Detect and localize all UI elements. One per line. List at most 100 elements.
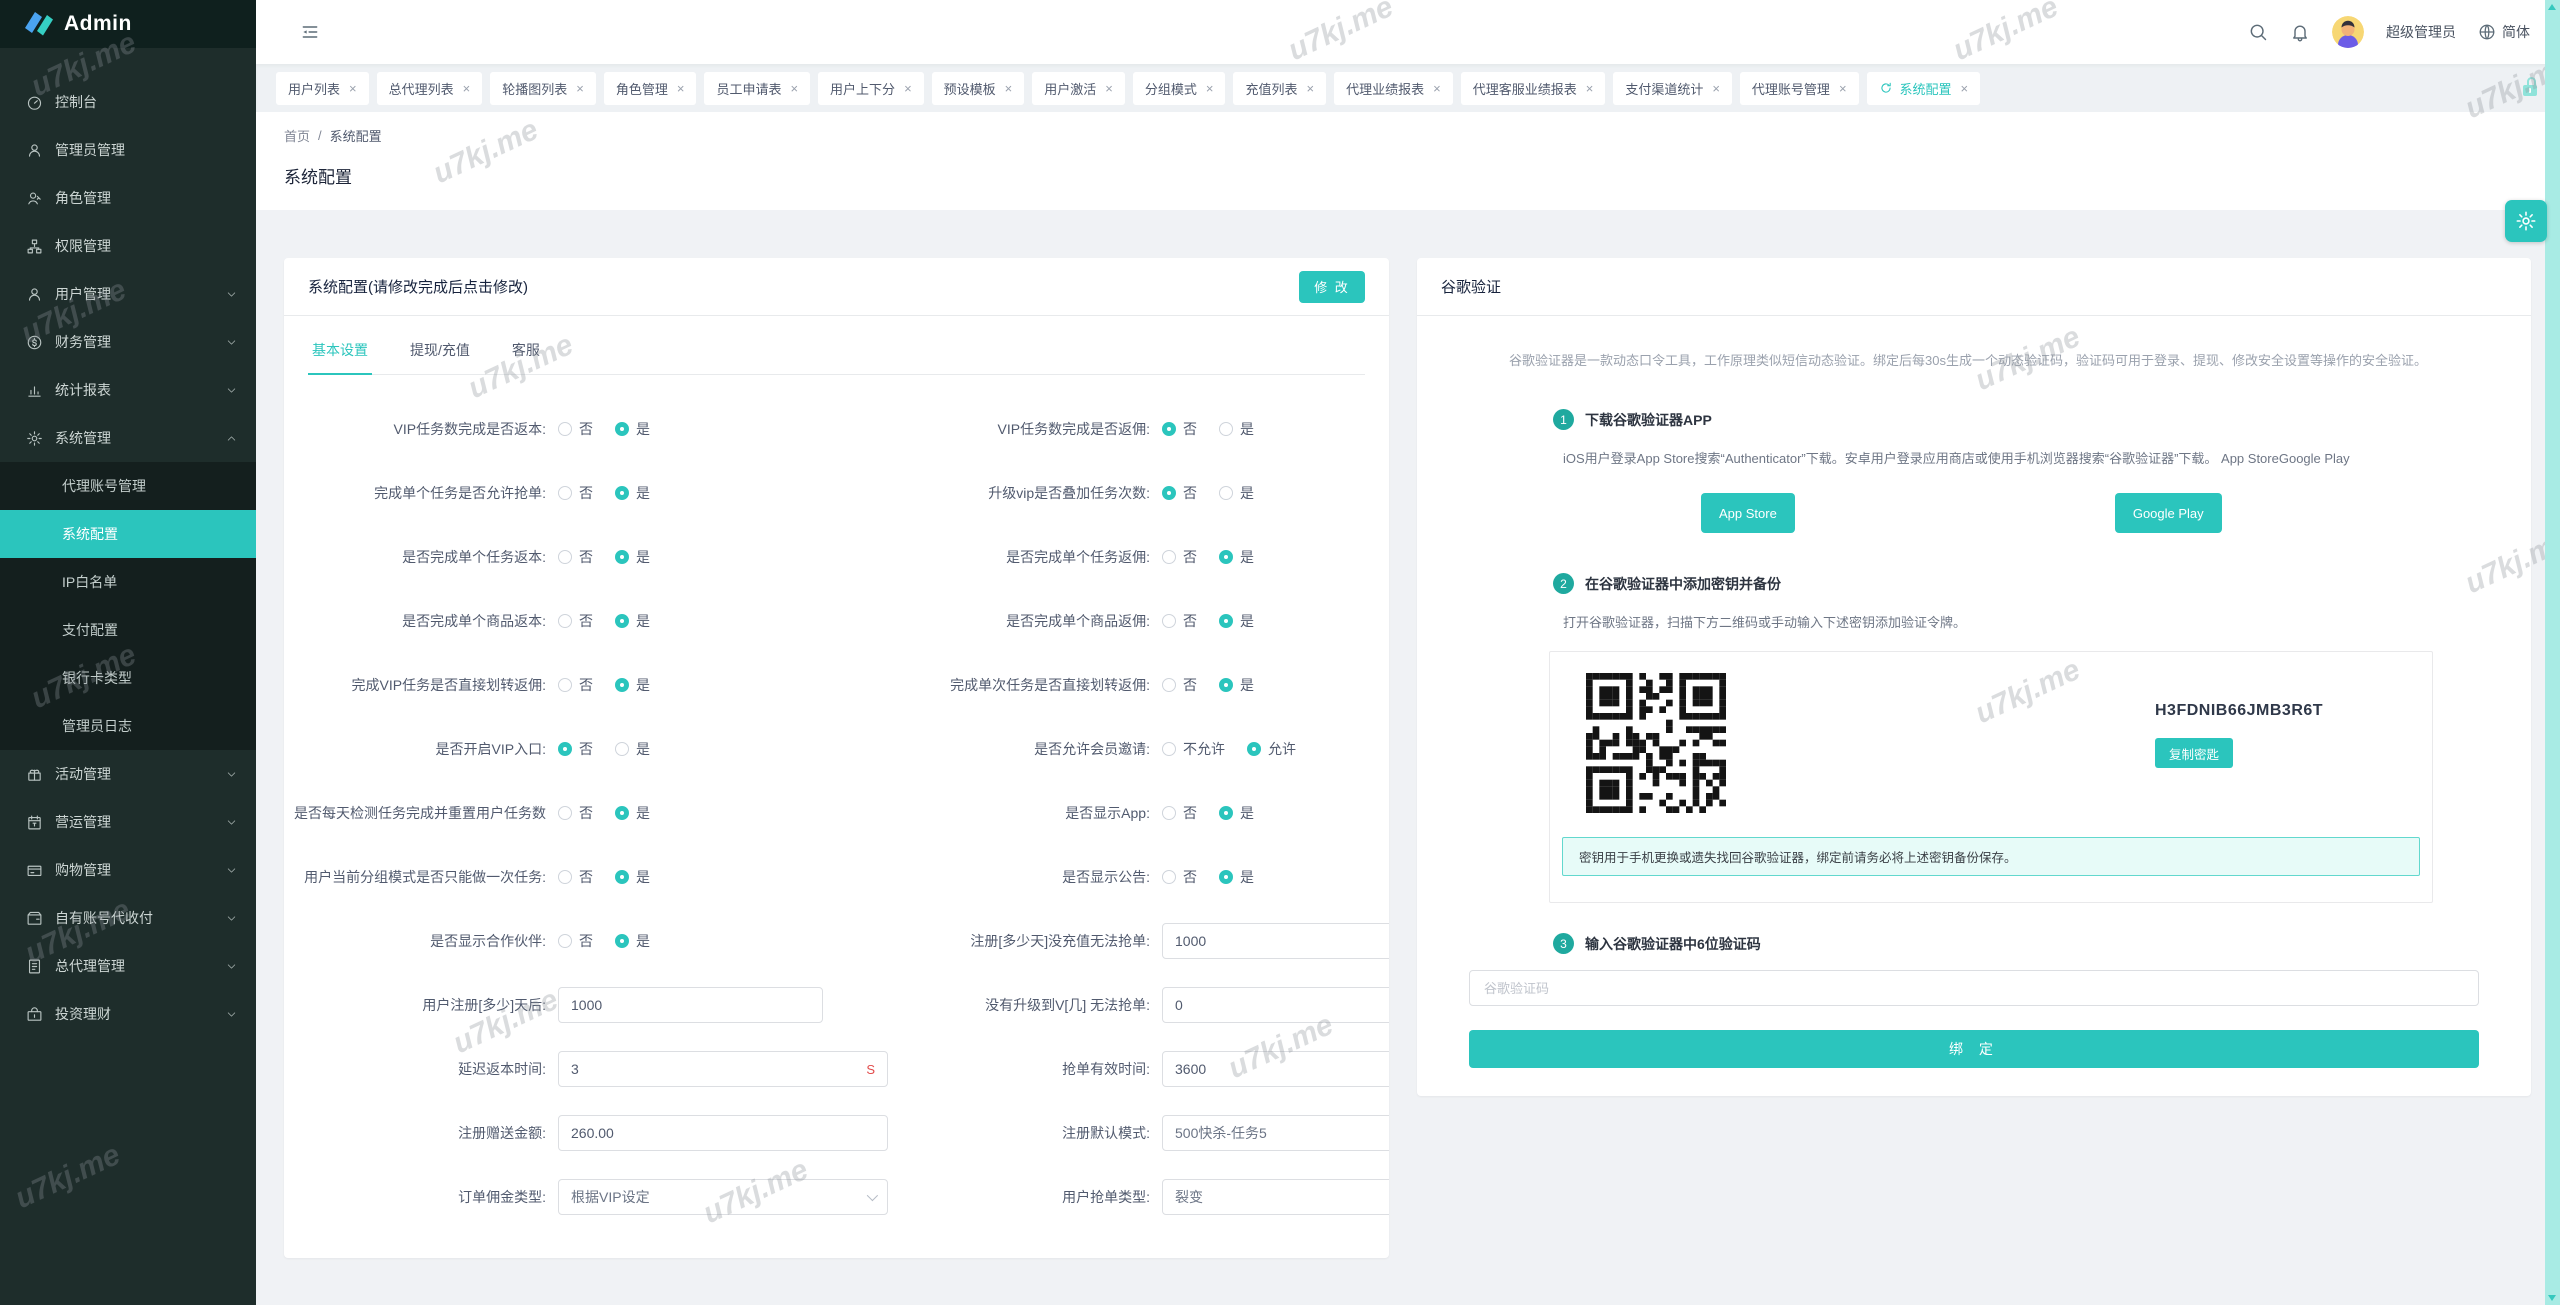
radio-unselected-icon[interactable] [558, 614, 572, 628]
radio-selected-icon[interactable] [1162, 486, 1176, 500]
tab-系统配置[interactable]: 系统配置× [1867, 72, 1981, 105]
radio-selected-icon[interactable] [615, 806, 629, 820]
theme-settings-button[interactable] [2505, 200, 2547, 242]
radio-option-否[interactable]: 否 [558, 803, 593, 823]
sidebar-item-自有账号代收付[interactable]: 自有账号代收付 [0, 894, 256, 942]
radio-option-是[interactable]: 是 [615, 419, 650, 439]
current-user-label[interactable]: 超级管理员 [2386, 22, 2456, 42]
radio-selected-icon[interactable] [615, 486, 629, 500]
sidebar-subitem-支付配置[interactable]: 支付配置 [0, 606, 256, 654]
tab-支付渠道统计[interactable]: 支付渠道统计× [1613, 72, 1732, 105]
config-tab-客服[interactable]: 客服 [508, 334, 544, 374]
radio-selected-icon[interactable] [615, 870, 629, 884]
unlock-icon[interactable] [2520, 77, 2540, 99]
sidebar-item-活动管理[interactable]: 活动管理 [0, 750, 256, 798]
radio-option-是[interactable]: 是 [1219, 611, 1254, 631]
app-store-button[interactable]: App Store [1701, 493, 1795, 533]
radio-selected-icon[interactable] [1247, 742, 1261, 756]
copy-key-button[interactable]: 复制密匙 [2155, 738, 2233, 768]
radio-unselected-icon[interactable] [615, 742, 629, 756]
select-box[interactable]: 500快杀-任务5 [1162, 1115, 1389, 1151]
search-icon[interactable] [2248, 22, 2268, 42]
sidebar-item-营运管理[interactable]: 营运管理 [0, 798, 256, 846]
tab-close-icon[interactable]: × [904, 81, 912, 96]
radio-option-允许[interactable]: 允许 [1247, 739, 1296, 759]
radio-unselected-icon[interactable] [1162, 678, 1176, 692]
radio-option-不允许[interactable]: 不允许 [1162, 739, 1225, 759]
modify-button[interactable]: 修 改 [1299, 271, 1365, 303]
page-scrollbar[interactable] [2545, 0, 2560, 1305]
radio-option-是[interactable]: 是 [615, 675, 650, 695]
tab-轮播图列表[interactable]: 轮播图列表× [490, 72, 596, 105]
sidebar-item-用户管理[interactable]: 用户管理 [0, 270, 256, 318]
config-tab-基本设置[interactable]: 基本设置 [308, 334, 372, 375]
radio-option-否[interactable]: 否 [1162, 675, 1197, 695]
store-inline-links[interactable]: App StoreGoogle Play [2221, 451, 2350, 466]
tab-close-icon[interactable]: × [463, 81, 471, 96]
tab-close-icon[interactable]: × [1307, 81, 1315, 96]
radio-option-是[interactable]: 是 [1219, 675, 1254, 695]
sidebar-item-系统管理[interactable]: 系统管理 [0, 414, 256, 462]
sidebar-item-购物管理[interactable]: 购物管理 [0, 846, 256, 894]
google-code-input[interactable] [1469, 970, 2479, 1006]
radio-selected-icon[interactable] [558, 742, 572, 756]
google-play-button[interactable]: Google Play [2115, 493, 2222, 533]
radio-option-否[interactable]: 否 [1162, 803, 1197, 823]
sidebar-item-权限管理[interactable]: 权限管理 [0, 222, 256, 270]
sidebar-subitem-银行卡类型[interactable]: 银行卡类型 [0, 654, 256, 702]
radio-option-是[interactable]: 是 [1219, 867, 1254, 887]
radio-selected-icon[interactable] [615, 614, 629, 628]
radio-option-是[interactable]: 是 [615, 739, 650, 759]
tab-close-icon[interactable]: × [790, 81, 798, 96]
tab-代理业绩报表[interactable]: 代理业绩报表× [1334, 72, 1453, 105]
sidebar-item-投资理财[interactable]: 投资理财 [0, 990, 256, 1038]
radio-option-否[interactable]: 否 [558, 419, 593, 439]
radio-option-是[interactable]: 是 [615, 803, 650, 823]
bind-button[interactable]: 绑 定 [1469, 1030, 2479, 1068]
radio-selected-icon[interactable] [615, 678, 629, 692]
tab-close-icon[interactable]: × [677, 81, 685, 96]
radio-option-是[interactable]: 是 [615, 611, 650, 631]
sidebar-item-管理员管理[interactable]: 管理员管理 [0, 126, 256, 174]
breadcrumb-home[interactable]: 首页 [284, 126, 310, 145]
radio-unselected-icon[interactable] [1162, 742, 1176, 756]
radio-option-是[interactable]: 是 [1219, 483, 1254, 503]
radio-option-否[interactable]: 否 [1162, 483, 1197, 503]
language-switcher[interactable]: 简体 [2478, 22, 2530, 42]
radio-option-是[interactable]: 是 [615, 547, 650, 567]
tab-总代理列表[interactable]: 总代理列表× [377, 72, 483, 105]
radio-option-否[interactable]: 否 [558, 611, 593, 631]
text-input[interactable] [1175, 1061, 1389, 1077]
tab-close-icon[interactable]: × [1433, 81, 1441, 96]
sidebar-item-控制台[interactable]: 控制台 [0, 78, 256, 126]
text-input[interactable] [1175, 933, 1389, 949]
radio-selected-icon[interactable] [615, 550, 629, 564]
tab-代理账号管理[interactable]: 代理账号管理× [1740, 72, 1859, 105]
text-input[interactable] [571, 1125, 875, 1141]
radio-option-否[interactable]: 否 [1162, 867, 1197, 887]
radio-unselected-icon[interactable] [1219, 422, 1233, 436]
config-tab-提现/充值[interactable]: 提现/充值 [406, 334, 474, 374]
text-input[interactable] [1175, 997, 1389, 1013]
avatar[interactable] [2332, 16, 2364, 48]
tab-close-icon[interactable]: × [349, 81, 357, 96]
sidebar-item-财务管理[interactable]: 财务管理 [0, 318, 256, 366]
tab-close-icon[interactable]: × [576, 81, 584, 96]
radio-option-是[interactable]: 是 [1219, 547, 1254, 567]
tab-close-icon[interactable]: × [1839, 81, 1847, 96]
radio-unselected-icon[interactable] [1162, 806, 1176, 820]
sidebar-subitem-管理员日志[interactable]: 管理员日志 [0, 702, 256, 750]
radio-option-否[interactable]: 否 [558, 739, 593, 759]
radio-unselected-icon[interactable] [1219, 486, 1233, 500]
tab-用户上下分[interactable]: 用户上下分× [818, 72, 924, 105]
radio-option-否[interactable]: 否 [1162, 419, 1197, 439]
text-input[interactable] [571, 997, 810, 1013]
radio-selected-icon[interactable] [1219, 806, 1233, 820]
sidebar-collapse-icon[interactable] [300, 22, 320, 42]
radio-unselected-icon[interactable] [558, 678, 572, 692]
radio-option-是[interactable]: 是 [1219, 419, 1254, 439]
radio-unselected-icon[interactable] [558, 422, 572, 436]
radio-selected-icon[interactable] [1219, 870, 1233, 884]
sidebar-subitem-代理账号管理[interactable]: 代理账号管理 [0, 462, 256, 510]
tab-用户列表[interactable]: 用户列表× [276, 72, 369, 105]
